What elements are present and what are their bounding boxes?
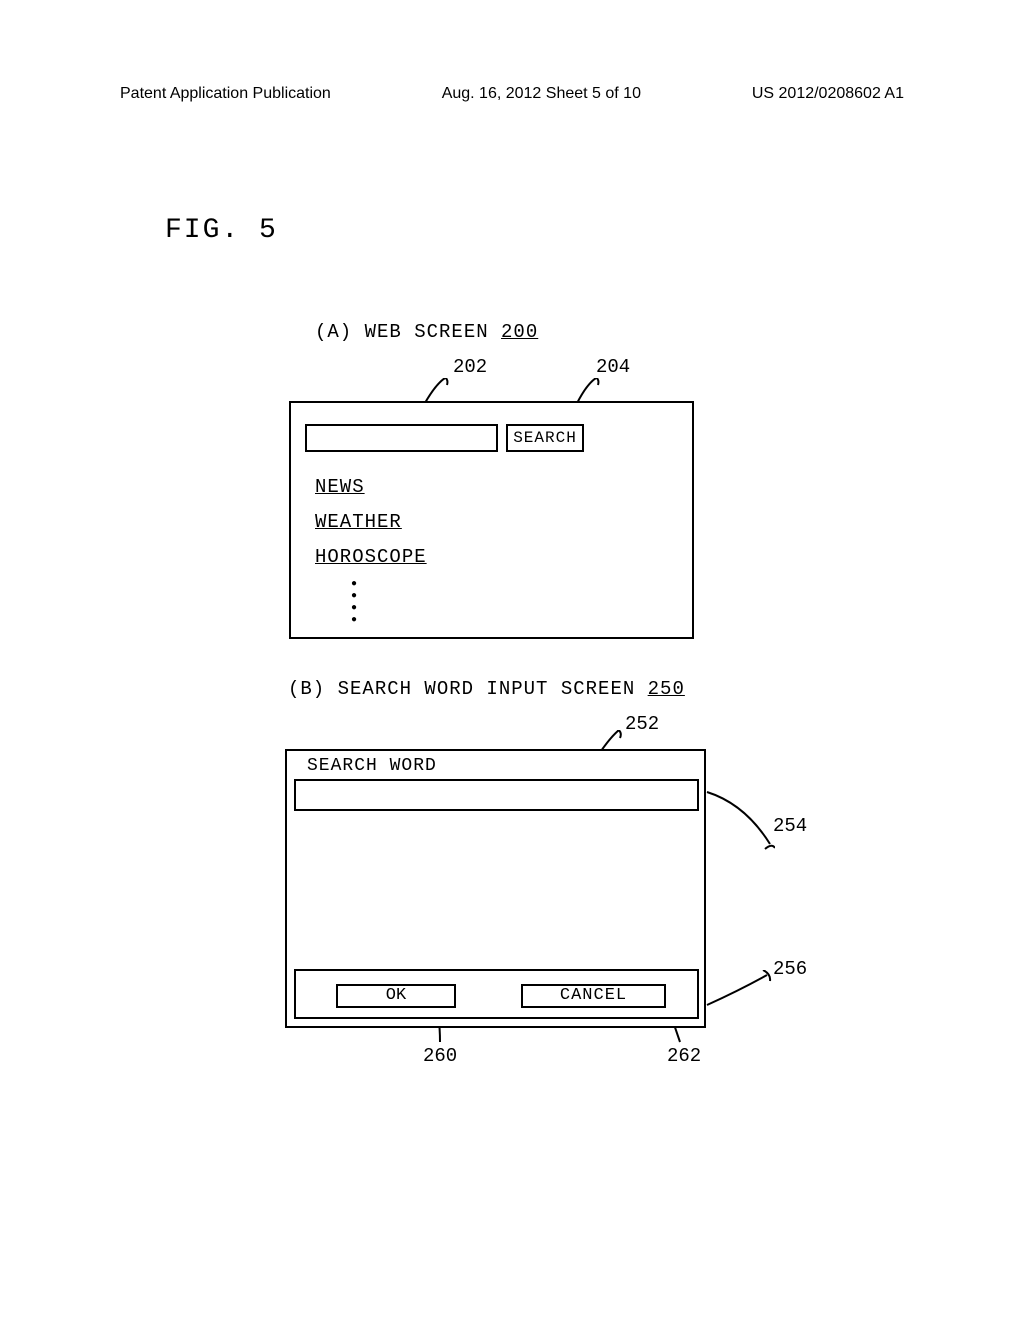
header-left: Patent Application Publication — [120, 85, 331, 103]
search-word-input[interactable] — [294, 779, 699, 811]
link-weather[interactable]: WEATHER — [315, 511, 402, 533]
header-right: US 2012/0208602 A1 — [752, 85, 904, 103]
button-panel: OK CANCEL — [294, 969, 699, 1019]
search-input-field[interactable] — [305, 424, 498, 452]
ref-260: 260 — [423, 1045, 457, 1067]
figure-label: FIG. 5 — [165, 215, 278, 246]
input-screen-box: SEARCH WORD OK CANCEL — [285, 749, 706, 1028]
ref-256: 256 — [773, 958, 807, 980]
lead-line-256 — [705, 970, 775, 1010]
ref-254: 254 — [773, 815, 807, 837]
ellipsis-icon: ●●●● — [351, 578, 357, 626]
header-center: Aug. 16, 2012 Sheet 5 of 10 — [442, 85, 641, 103]
search-button[interactable]: SEARCH — [506, 424, 584, 452]
ref-262: 262 — [667, 1045, 701, 1067]
link-news[interactable]: NEWS — [315, 476, 365, 498]
link-horoscope[interactable]: HOROSCOPE — [315, 546, 427, 568]
page-header: Patent Application Publication Aug. 16, … — [0, 0, 1024, 103]
caption-b: (B) SEARCH WORD INPUT SCREEN 250 — [288, 678, 685, 700]
lead-line-254 — [705, 789, 775, 859]
web-screen-box: SEARCH NEWS WEATHER HOROSCOPE ●●●● — [289, 401, 694, 639]
ok-button[interactable]: OK — [336, 984, 456, 1008]
search-word-label: SEARCH WORD — [307, 756, 437, 776]
ref-204: 204 — [596, 356, 630, 378]
ref-202: 202 — [453, 356, 487, 378]
caption-a: (A) WEB SCREEN 200 — [315, 321, 538, 343]
cancel-button[interactable]: CANCEL — [521, 984, 666, 1008]
